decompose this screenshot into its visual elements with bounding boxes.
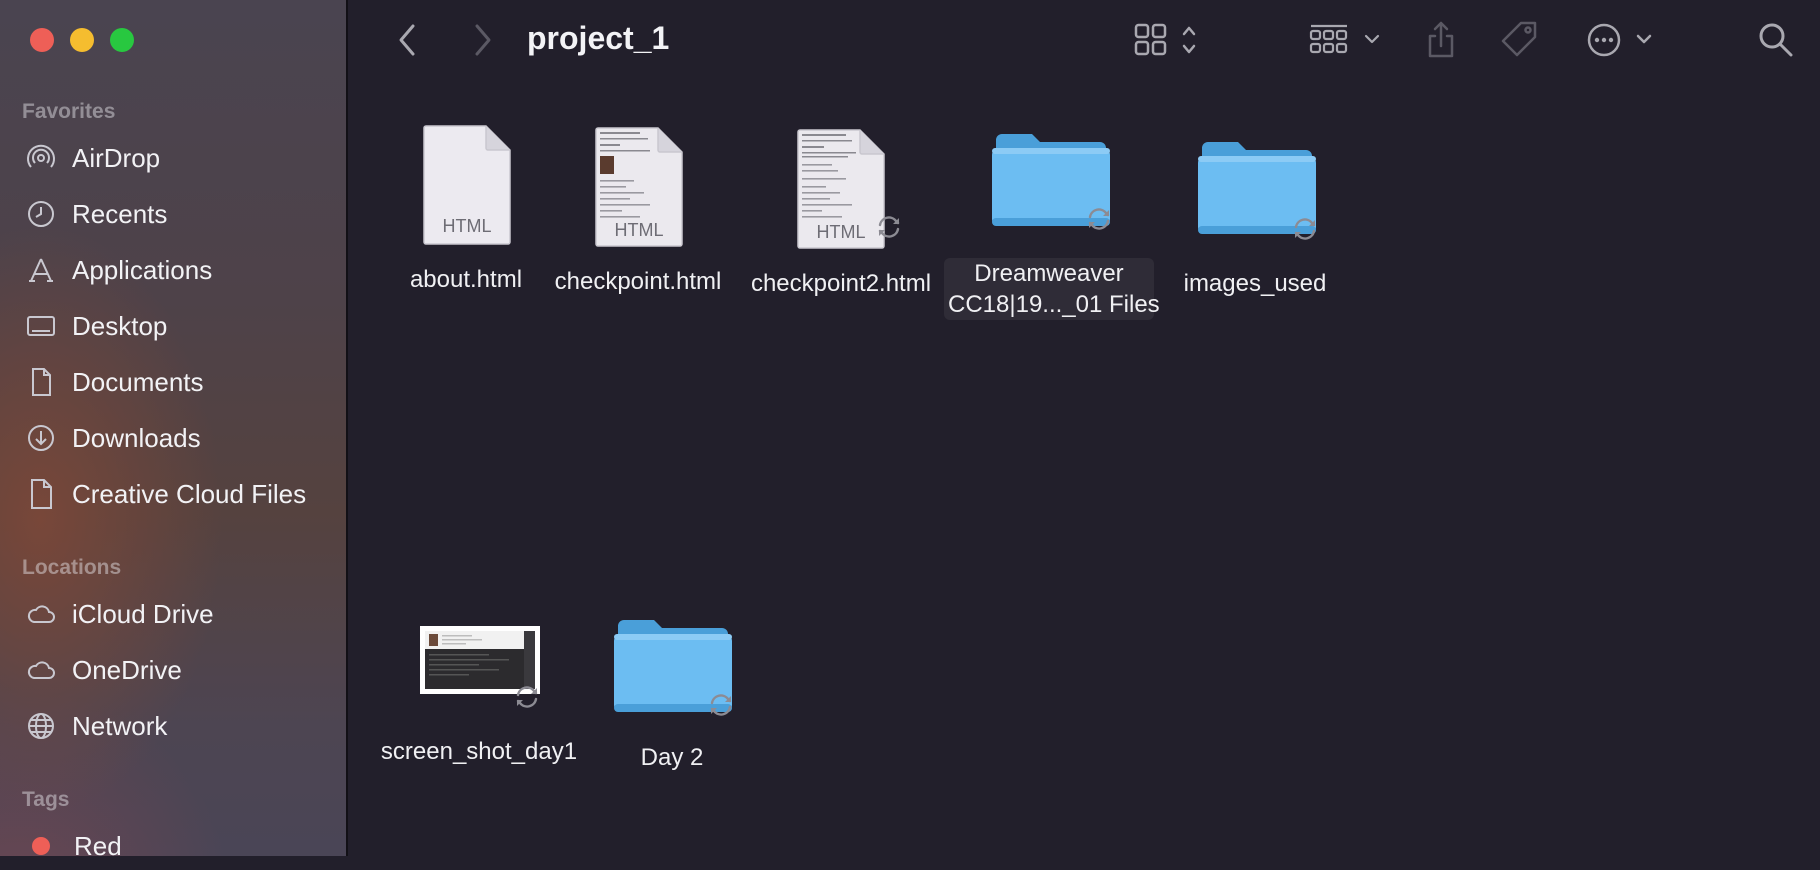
sidebar-item-network[interactable]: Network xyxy=(0,702,346,750)
file-name: screen_shot_day1 xyxy=(380,738,578,765)
sidebar-item-creative-cloud-files[interactable]: Creative Cloud Files xyxy=(0,470,346,518)
red-tag-dot-icon xyxy=(32,837,50,855)
icon-view-grid-icon xyxy=(1134,23,1196,56)
folder-item-dreamweaver[interactable]: Dreamweaver CC18|19..._01 Files xyxy=(944,124,1160,324)
ellipsis-circle-icon xyxy=(1587,23,1652,57)
file-name-line-2: CC18|19..._01 Files xyxy=(948,291,1160,318)
favorites-section-title: Favorites xyxy=(22,100,116,123)
file-name-line-1: Dreamweaver xyxy=(974,260,1124,287)
search-icon xyxy=(1759,23,1793,57)
sidebar-item-documents[interactable]: Documents xyxy=(0,358,346,406)
sidebar-item-label: OneDrive xyxy=(72,654,182,685)
sync-icon xyxy=(1088,208,1110,230)
sidebar-item-label: AirDrop xyxy=(72,142,161,173)
sync-icon xyxy=(516,686,538,708)
file-name: images_used xyxy=(1183,270,1327,297)
desktop-icon xyxy=(24,309,58,343)
file-item-about-html[interactable]: HTML about.html xyxy=(392,124,540,304)
folder-item-images-used[interactable]: images_used xyxy=(1170,124,1340,304)
globe-icon xyxy=(24,709,58,743)
sidebar-item-onedrive[interactable]: OneDrive xyxy=(0,646,346,694)
sidebar-item-desktop[interactable]: Desktop xyxy=(0,302,346,350)
tags-button[interactable] xyxy=(1498,18,1542,62)
file-icon xyxy=(24,477,58,511)
sidebar-item-airdrop[interactable]: AirDrop xyxy=(0,134,346,182)
group-grid-icon xyxy=(1309,24,1380,54)
search-button[interactable] xyxy=(1756,18,1796,62)
tag-icon xyxy=(1501,21,1537,57)
back-button[interactable] xyxy=(392,18,422,62)
file-name: Day 2 xyxy=(640,744,704,771)
group-by-button[interactable] xyxy=(1308,18,1384,62)
tags-section-title: Tags xyxy=(22,788,70,811)
sidebar: Favorites AirDrop Recents Applications D… xyxy=(0,0,348,861)
file-badge: HTML xyxy=(816,222,866,242)
file-name: checkpoint2.html xyxy=(750,270,932,297)
view-mode-button[interactable] xyxy=(1134,18,1204,62)
sidebar-item-label: Documents xyxy=(72,366,204,397)
sync-icon xyxy=(1294,218,1316,240)
file-item-screen-shot-day1[interactable]: screen_shot_day1 xyxy=(372,622,586,772)
sidebar-item-downloads[interactable]: Downloads xyxy=(0,414,346,462)
sidebar-item-label: Desktop xyxy=(72,310,168,341)
chevron-left-icon xyxy=(399,24,415,56)
sidebar-item-applications[interactable]: Applications xyxy=(0,246,346,294)
sidebar-item-label: Red xyxy=(74,830,122,861)
file-name: Dreamweaver CC18|19..._01 Files xyxy=(944,258,1160,320)
share-button[interactable] xyxy=(1424,18,1458,62)
zoom-window-button[interactable] xyxy=(110,28,134,52)
chevron-right-icon xyxy=(475,24,491,56)
close-window-button[interactable] xyxy=(30,28,54,52)
sidebar-item-label: Network xyxy=(72,710,168,741)
sidebar-item-label: Recents xyxy=(72,198,168,229)
forward-button[interactable] xyxy=(468,18,498,62)
download-icon xyxy=(24,421,58,455)
sidebar-item-tag-red[interactable]: Red xyxy=(0,822,346,870)
sidebar-item-label: Downloads xyxy=(72,422,201,453)
document-icon xyxy=(24,365,58,399)
file-name: checkpoint.html xyxy=(554,268,722,295)
sync-icon xyxy=(710,694,732,716)
file-name: about.html xyxy=(409,266,523,293)
locations-section-title: Locations xyxy=(22,556,122,579)
file-badge: HTML xyxy=(442,216,492,236)
sync-icon xyxy=(878,216,900,238)
applications-icon xyxy=(24,253,58,287)
airdrop-icon xyxy=(24,141,58,175)
cloud-icon xyxy=(24,653,58,687)
sidebar-item-label: Creative Cloud Files xyxy=(72,478,307,509)
sidebar-item-recents[interactable]: Recents xyxy=(0,190,346,238)
file-badge: HTML xyxy=(614,220,664,240)
window-title: project_1 xyxy=(527,20,670,56)
minimize-window-button[interactable] xyxy=(70,28,94,52)
share-icon xyxy=(1428,21,1454,58)
more-actions-button[interactable] xyxy=(1584,18,1654,62)
folder-item-day-2[interactable]: Day 2 xyxy=(596,612,748,782)
clock-icon xyxy=(24,197,58,231)
file-item-checkpoint-html[interactable]: HTML checkpoint.html xyxy=(548,124,728,304)
cloud-icon xyxy=(24,597,58,631)
sidebar-item-label: Applications xyxy=(72,254,213,285)
sidebar-item-label: iCloud Drive xyxy=(72,598,214,629)
sidebar-item-icloud-drive[interactable]: iCloud Drive xyxy=(0,590,346,638)
file-item-checkpoint2-html[interactable]: HTML checkpoint2.html xyxy=(746,124,936,304)
